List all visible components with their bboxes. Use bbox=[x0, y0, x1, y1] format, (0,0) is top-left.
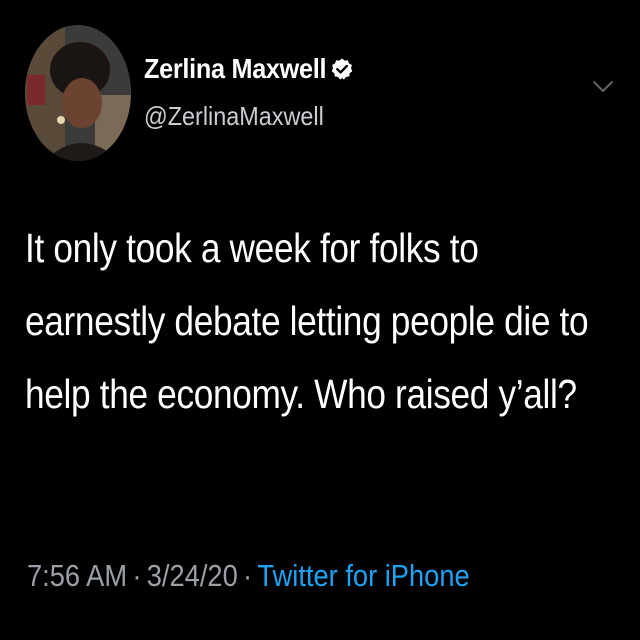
tweet-meta: 7:56 AM · 3/24/20 · Twitter for iPhone bbox=[27, 558, 470, 594]
tweet-card: Zerlina Maxwell @ZerlinaMaxwell It only … bbox=[0, 0, 640, 640]
avatar-image bbox=[25, 25, 131, 161]
tweet-source-link[interactable]: Twitter for iPhone bbox=[257, 558, 469, 593]
tweet-time[interactable]: 7:56 AM bbox=[27, 558, 127, 593]
avatar[interactable] bbox=[25, 25, 131, 161]
meta-separator: · bbox=[243, 558, 253, 593]
chevron-down-icon[interactable] bbox=[592, 80, 614, 94]
tweet-date[interactable]: 3/24/20 bbox=[147, 558, 238, 593]
verified-badge-icon bbox=[332, 58, 353, 80]
author-display-name[interactable]: Zerlina Maxwell bbox=[144, 53, 326, 85]
tweet-text: It only took a week for folks to earnest… bbox=[25, 225, 589, 417]
meta-separator: · bbox=[132, 558, 142, 593]
author-name-row[interactable]: Zerlina Maxwell bbox=[144, 52, 354, 86]
author-handle[interactable]: @ZerlinaMaxwell bbox=[144, 101, 324, 132]
